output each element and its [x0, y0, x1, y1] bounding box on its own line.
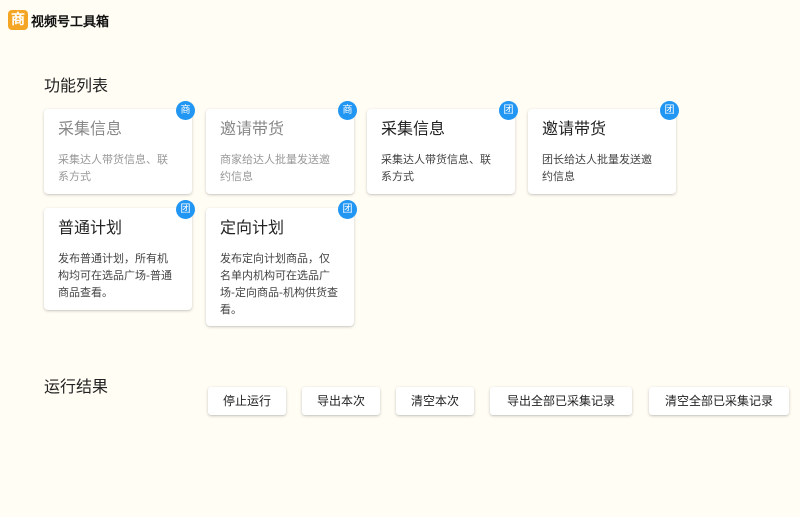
app-logo-icon: 商: [8, 10, 28, 30]
app-window: 商 视频号工具箱 功能列表 采集信息 采集达人带货信息、联系方式 商 邀请带货 …: [0, 0, 800, 517]
card-collect-info-team[interactable]: 采集信息 采集达人带货信息、联系方式 团: [367, 101, 518, 194]
team-badge: 团: [176, 200, 195, 219]
team-badge: 团: [338, 200, 357, 219]
card-description: 采集达人带货信息、联系方式: [381, 153, 491, 183]
app-title: 视频号工具箱: [31, 14, 110, 30]
stop-run-button[interactable]: 停止运行: [208, 387, 286, 415]
features-section-title: 功能列表: [44, 76, 109, 95]
card-description: 商家给达人批量发送邀约信息: [220, 153, 330, 183]
card-description: 采集达人带货信息、联系方式: [58, 153, 168, 183]
card-title: 采集信息: [58, 119, 123, 138]
card-title: 定向计划: [220, 218, 285, 237]
card-collect-info-merchant[interactable]: 采集信息 采集达人带货信息、联系方式 商: [44, 101, 195, 194]
card-title: 采集信息: [381, 119, 446, 138]
card-description: 团长给达人批量发送邀约信息: [542, 153, 652, 183]
card-invite-sales-merchant[interactable]: 邀请带货 商家给达人批量发送邀约信息 商: [206, 101, 357, 194]
card-targeted-plan[interactable]: 定向计划 发布定向计划商品，仅名单内机构可在选品广场-定向商品-机构供货查看。 …: [206, 200, 357, 326]
card-description: 发布定向计划商品，仅名单内机构可在选品广场-定向商品-机构供货查看。: [220, 252, 338, 316]
card-title: 邀请带货: [220, 119, 285, 138]
clear-all-records-button[interactable]: 清空全部已采集记录: [649, 387, 789, 415]
team-badge: 团: [499, 101, 518, 120]
card-title: 普通计划: [58, 218, 123, 237]
export-all-records-button[interactable]: 导出全部已采集记录: [490, 387, 632, 415]
merchant-badge: 商: [338, 101, 357, 120]
clear-current-button[interactable]: 清空本次: [396, 387, 474, 415]
card-invite-sales-team[interactable]: 邀请带货 团长给达人批量发送邀约信息 团: [528, 101, 679, 194]
export-current-button[interactable]: 导出本次: [302, 387, 380, 415]
results-section-title: 运行结果: [44, 377, 109, 396]
merchant-badge: 商: [176, 101, 195, 120]
team-badge: 团: [660, 101, 679, 120]
title-bar: 商 视频号工具箱: [8, 9, 109, 31]
card-title: 邀请带货: [542, 119, 607, 138]
card-description: 发布普通计划，所有机构均可在选品广场-普通商品查看。: [58, 252, 172, 299]
card-normal-plan[interactable]: 普通计划 发布普通计划，所有机构均可在选品广场-普通商品查看。 团: [44, 200, 195, 310]
